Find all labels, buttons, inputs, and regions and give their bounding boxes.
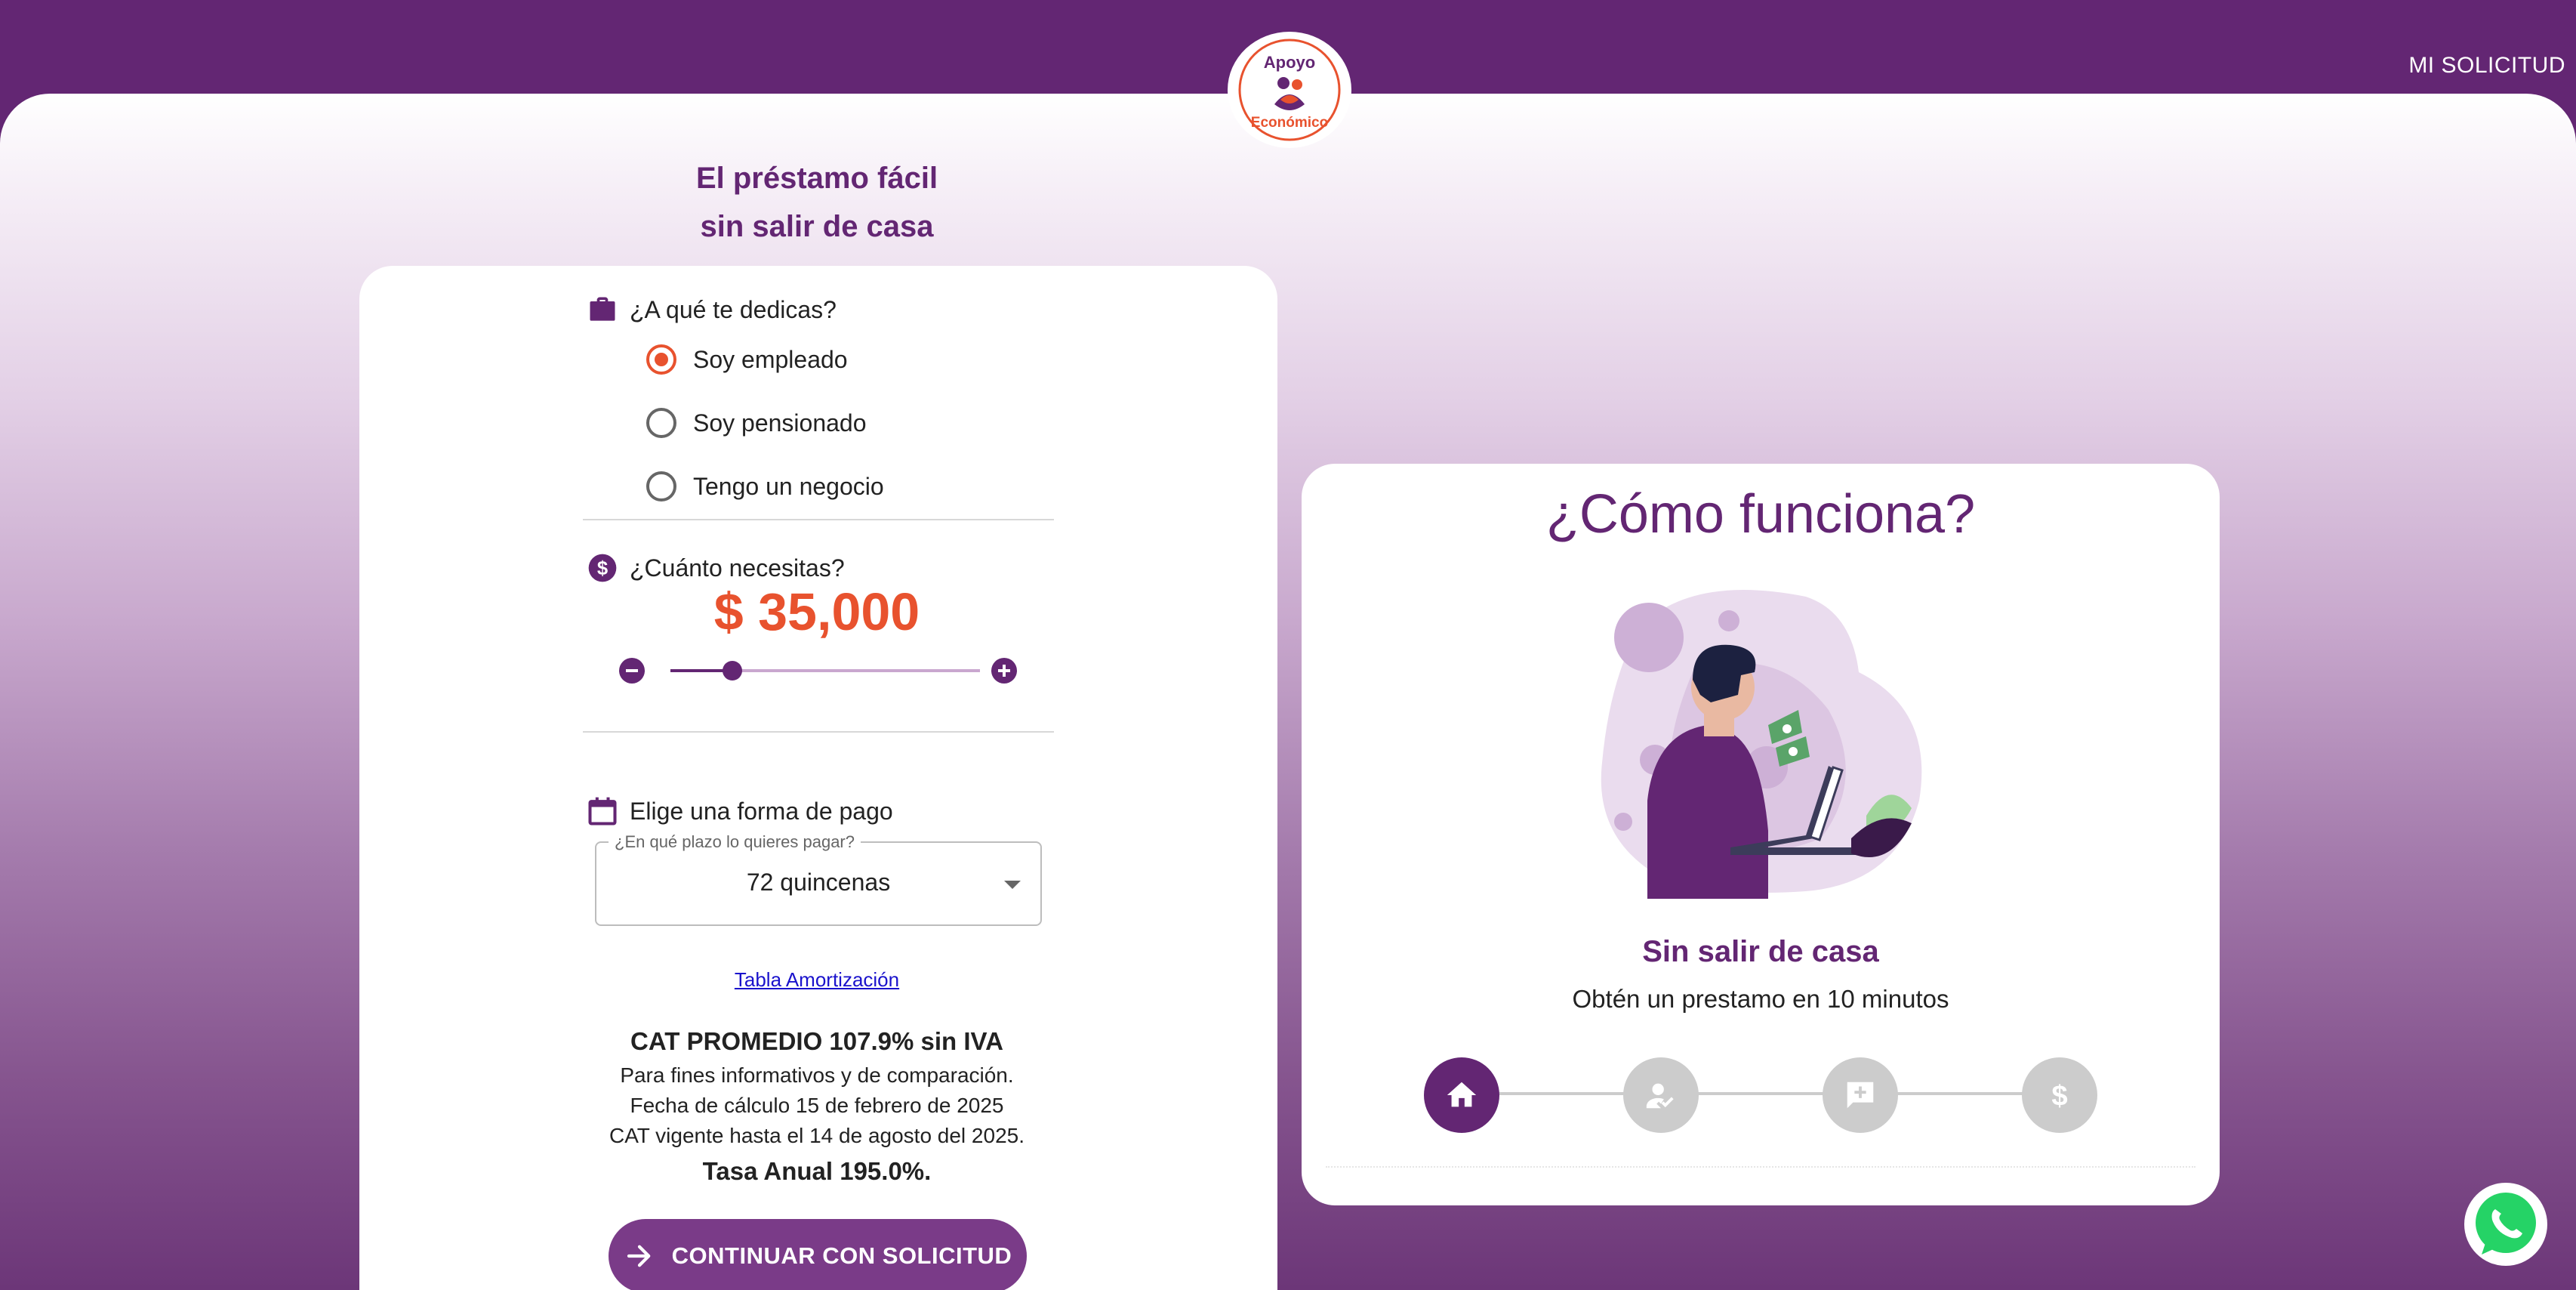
arrow-right-icon bbox=[627, 1245, 651, 1267]
user-check-icon bbox=[1646, 1083, 1674, 1109]
divider bbox=[583, 731, 1054, 733]
radio-option-negocio[interactable]: Tengo un negocio bbox=[646, 470, 884, 503]
cat-line-3: CAT vigente hasta el 14 de agosto del 20… bbox=[609, 1124, 1025, 1147]
dollar-icon: $ bbox=[2051, 1079, 2067, 1112]
step-2-verify[interactable] bbox=[1623, 1057, 1699, 1133]
hero-headline: El préstamo fácil sin salir de casa bbox=[643, 154, 991, 251]
annual-rate: Tasa Anual 195.0%. bbox=[702, 1157, 932, 1185]
radio-button[interactable] bbox=[646, 408, 676, 438]
chevron-down-icon bbox=[1004, 881, 1021, 889]
amount-question: ¿Cuánto necesitas? bbox=[630, 554, 845, 582]
hero-line-2: sin salir de casa bbox=[700, 210, 934, 243]
radio-option-empleado[interactable]: Soy empleado bbox=[646, 343, 848, 376]
term-select[interactable]: ¿En qué plazo lo quieres pagar? 72 quinc… bbox=[595, 832, 1042, 926]
mi-solicitud-link[interactable]: MI SOLICITUD bbox=[2408, 53, 2565, 79]
whatsapp-icon bbox=[2476, 1193, 2536, 1255]
amortization-table-link[interactable]: Tabla Amortización bbox=[643, 968, 991, 992]
amount-slider[interactable] bbox=[670, 661, 980, 680]
loan-amount-value: $ 35,000 bbox=[713, 582, 920, 641]
increase-amount-button[interactable] bbox=[991, 658, 1017, 684]
brand-logo[interactable]: Apoyo Económico bbox=[1228, 32, 1351, 148]
radio-button-selected[interactable] bbox=[646, 344, 676, 375]
svg-text:$: $ bbox=[597, 558, 608, 579]
hero-line-1: El préstamo fácil bbox=[695, 162, 938, 195]
radio-label-negocio: Tengo un negocio bbox=[693, 472, 884, 500]
cat-line-1: Para fines informativos y de comparación… bbox=[620, 1063, 1014, 1087]
logo-emblem: Apoyo Económico bbox=[1238, 39, 1341, 141]
decrease-amount-button[interactable] bbox=[619, 658, 645, 684]
cat-title: CAT PROMEDIO 107.9% sin IVA bbox=[630, 1027, 1003, 1055]
radio-label-pensionado: Soy pensionado bbox=[693, 409, 867, 437]
svg-text:$: $ bbox=[2051, 1079, 2067, 1112]
person-laptop-illustration bbox=[1601, 590, 1922, 899]
step-3-request[interactable] bbox=[1823, 1057, 1898, 1133]
divider bbox=[583, 519, 1054, 520]
term-select-legend: ¿En qué plazo lo quieres pagar? bbox=[609, 832, 861, 852]
calendar-icon bbox=[588, 797, 617, 826]
radio-option-pensionado[interactable]: Soy pensionado bbox=[646, 406, 867, 440]
continue-button-label: CONTINUAR CON SOLICITUD bbox=[671, 1242, 1012, 1269]
step-4-money[interactable]: $ bbox=[2022, 1057, 2097, 1133]
logo-text-top: Apoyo bbox=[1264, 53, 1315, 72]
how-it-works-description: Obtén un prestamo en 10 minutos bbox=[1572, 985, 1949, 1013]
home-icon bbox=[1447, 1082, 1477, 1107]
how-it-works-title: ¿Cómo funciona? bbox=[1545, 484, 1976, 545]
slider-thumb[interactable] bbox=[723, 661, 742, 680]
how-it-works-subtitle: Sin salir de casa bbox=[1642, 935, 1879, 968]
step-1-home[interactable] bbox=[1424, 1057, 1499, 1133]
term-select-value: 72 quincenas bbox=[746, 869, 891, 896]
logo-text-bottom: Económico bbox=[1251, 115, 1328, 131]
briefcase-icon bbox=[590, 297, 615, 321]
add-comment-icon bbox=[1847, 1082, 1874, 1109]
plus-icon bbox=[998, 665, 1010, 677]
payment-label: Elige una forma de pago bbox=[630, 798, 893, 825]
radio-button[interactable] bbox=[646, 471, 676, 501]
minus-icon bbox=[626, 669, 638, 672]
whatsapp-button[interactable] bbox=[2464, 1183, 2547, 1266]
cat-line-2: Fecha de cálculo 15 de febrero de 2025 bbox=[630, 1094, 1004, 1117]
continue-application-button[interactable]: CONTINUAR CON SOLICITUD bbox=[609, 1219, 1027, 1290]
occupation-question: ¿A qué te dedicas? bbox=[630, 296, 837, 323]
dollar-circle-icon: $ bbox=[588, 554, 617, 582]
radio-label-empleado: Soy empleado bbox=[693, 345, 848, 373]
card-footer-divider bbox=[1326, 1166, 2195, 1168]
